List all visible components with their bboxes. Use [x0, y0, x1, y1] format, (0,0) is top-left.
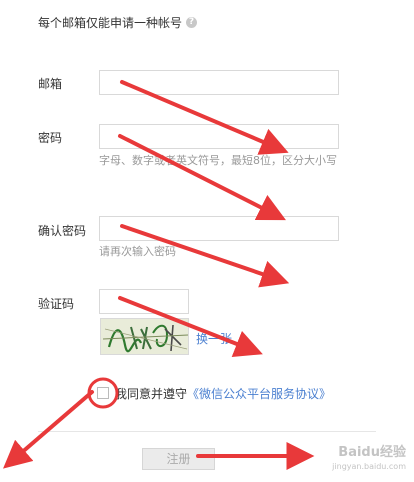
- agreement-prefix: 我同意并遵守: [115, 387, 188, 401]
- baidu-watermark: Baidu经验 jingyan.baidu.com: [332, 446, 406, 474]
- agreement-text: 我同意并遵守《微信公众平台服务协议》: [115, 385, 331, 402]
- password-field[interactable]: [99, 124, 339, 149]
- arrow-checkbox: [3, 390, 94, 469]
- confirm-password-label: 确认密码: [38, 224, 87, 238]
- confirm-password-hint: 请再次输入密码: [99, 245, 176, 258]
- notice-text: 每个邮箱仅能申请一种帐号: [38, 16, 183, 30]
- email-field[interactable]: [99, 70, 339, 95]
- confirm-password-field[interactable]: [99, 216, 339, 241]
- email-label: 邮箱: [38, 77, 63, 91]
- captcha-field[interactable]: [99, 289, 189, 314]
- help-icon[interactable]: ?: [186, 17, 198, 28]
- watermark-brand: Baidu经验: [338, 445, 406, 460]
- captcha-label: 验证码: [38, 297, 75, 311]
- password-hint: 字母、数字或者英文符号，最短8位，区分大小写: [99, 154, 337, 167]
- captcha-image[interactable]: [100, 318, 189, 355]
- agree-checkbox[interactable]: [97, 387, 109, 399]
- captcha-noise-graphic: [102, 324, 188, 353]
- account-notice: 每个邮箱仅能申请一种帐号 ?: [38, 14, 198, 31]
- divider: [38, 431, 376, 432]
- watermark-url: jingyan.baidu.com: [332, 462, 406, 471]
- service-agreement-link[interactable]: 《微信公众平台服务协议》: [187, 387, 331, 401]
- register-button[interactable]: 注册: [142, 448, 215, 470]
- password-label: 密码: [38, 131, 63, 145]
- refresh-captcha-link[interactable]: 换一张: [196, 330, 232, 347]
